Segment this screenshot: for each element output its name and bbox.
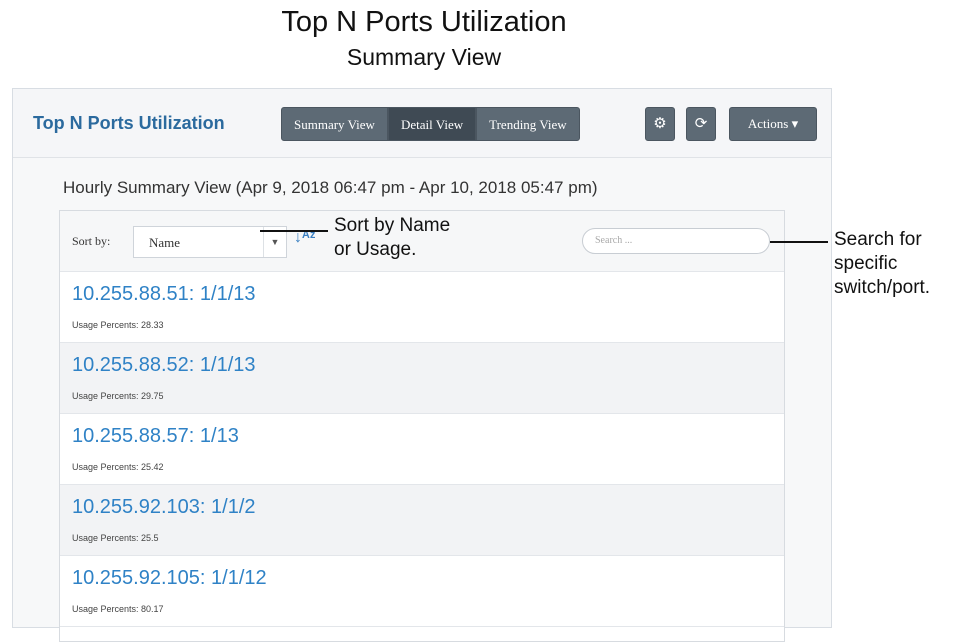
sort-callout-text: Sort by Name or Usage. bbox=[334, 214, 450, 262]
port-name-link[interactable]: 10.255.88.52: 1/1/13 bbox=[72, 354, 256, 377]
sort-callout-line-1: Sort by Name bbox=[334, 215, 451, 236]
detail-view-button[interactable]: Detail View bbox=[387, 107, 477, 141]
list-item[interactable]: 10.255.92.103: 1/1/2 Usage Percents: 25.… bbox=[60, 485, 784, 556]
gear-icon: ⚙ bbox=[653, 115, 667, 132]
usage-text: Usage Percents: 25.42 bbox=[72, 462, 164, 472]
summary-range-text: Hourly Summary View (Apr 9, 2018 06:47 p… bbox=[63, 178, 598, 197]
ports-list-panel: Sort by: Name ▼ ↓ᴬᶻ Search ... 10.255.88… bbox=[59, 210, 785, 642]
view-switcher: Summary View Detail View Trending View bbox=[281, 107, 580, 141]
refresh-button[interactable]: ⟳ bbox=[686, 107, 716, 141]
port-name-link[interactable]: 10.255.92.105: 1/1/12 bbox=[72, 567, 267, 590]
port-name-link[interactable]: 10.255.88.57: 1/13 bbox=[72, 425, 239, 448]
sort-callout-line bbox=[260, 230, 328, 232]
usage-text: Usage Percents: 80.17 bbox=[72, 604, 164, 614]
list-item[interactable]: 10.255.88.52: 1/1/13 Usage Percents: 29.… bbox=[60, 343, 784, 414]
search-callout-line-2: specific bbox=[834, 253, 898, 274]
search-callout-line bbox=[770, 241, 828, 243]
port-name-link[interactable]: 10.255.88.51: 1/1/13 bbox=[72, 283, 256, 306]
list-item[interactable]: 10.255.92.105: 1/1/12 Usage Percents: 80… bbox=[60, 556, 784, 627]
widget-header: Top N Ports Utilization Summary View Det… bbox=[13, 89, 831, 158]
port-name-link[interactable]: 10.255.92.103: 1/1/2 bbox=[72, 496, 256, 519]
top-n-ports-widget: Top N Ports Utilization Summary View Det… bbox=[12, 88, 832, 642]
search-input[interactable]: Search ... bbox=[582, 228, 770, 254]
figure-subtitle: Summary View bbox=[346, 44, 502, 70]
actions-button[interactable]: Actions ▾ bbox=[729, 107, 817, 141]
search-callout-line-1: Search for bbox=[834, 229, 922, 250]
search-callout-text: Search for specific switch/port. bbox=[834, 228, 930, 300]
summary-view-button[interactable]: Summary View bbox=[281, 107, 388, 141]
sort-select-value: Name bbox=[149, 235, 181, 250]
sort-callout-line-2: or Usage. bbox=[334, 239, 417, 260]
settings-button[interactable]: ⚙ bbox=[645, 107, 675, 141]
list-item[interactable]: 10.255.88.51: 1/1/13 Usage Percents: 28.… bbox=[60, 272, 784, 343]
usage-text: Usage Percents: 25.5 bbox=[72, 533, 159, 543]
usage-text: Usage Percents: 29.75 bbox=[72, 391, 164, 401]
refresh-icon: ⟳ bbox=[694, 115, 708, 132]
list-item[interactable]: 10.255.88.57: 1/13 Usage Percents: 25.42 bbox=[60, 414, 784, 485]
search-callout-line-3: switch/port. bbox=[834, 277, 931, 298]
trending-view-button[interactable]: Trending View bbox=[476, 107, 580, 141]
figure-title: Top N Ports Utilization bbox=[281, 6, 567, 38]
usage-text: Usage Percents: 28.33 bbox=[72, 320, 164, 330]
widget-title: Top N Ports Utilization bbox=[33, 113, 225, 133]
sort-label: Sort by: bbox=[72, 234, 111, 248]
